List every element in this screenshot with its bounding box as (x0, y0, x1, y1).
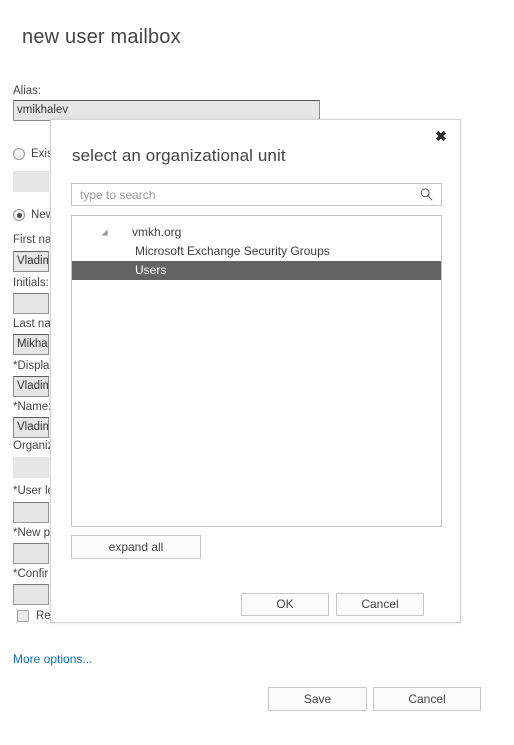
form-cancel-button[interactable]: Cancel (373, 687, 481, 711)
tree-node[interactable]: Users (72, 261, 441, 280)
tree-node-label: Users (135, 263, 167, 277)
user-logon-input[interactable] (13, 502, 49, 523)
first-name-input[interactable]: Vladim (13, 251, 49, 272)
more-options-link[interactable]: More options... (13, 652, 92, 666)
save-button[interactable]: Save (268, 687, 367, 711)
display-name-label: *Displa (13, 360, 50, 372)
new-password-label: *New p (13, 527, 51, 539)
checkbox-icon (17, 610, 29, 622)
tree-node-list: vmkh.org Microsoft Exchange Security Grou… (72, 216, 441, 280)
organizational-unit-label: Organiz (13, 440, 54, 452)
close-icon[interactable]: ✖ (431, 126, 451, 146)
tree-node[interactable]: vmkh.org (72, 223, 441, 242)
existing-user-radio[interactable]: Exis (13, 148, 53, 160)
alias-input[interactable]: vmikhalev (13, 100, 320, 121)
initials-label: Initials: (13, 277, 49, 289)
ok-button[interactable]: OK (241, 593, 329, 616)
name-label: *Name: (13, 401, 52, 413)
tree-node-label: Microsoft Exchange Security Groups (135, 244, 330, 258)
require-password-change-checkbox[interactable]: Re (17, 610, 51, 622)
display-name-input[interactable]: Vladim (13, 376, 49, 397)
select-organizational-unit-dialog: ✖ select an organizational unit vmkh.org… (50, 119, 461, 623)
new-password-input[interactable] (13, 543, 49, 564)
confirm-password-label: *Confir (13, 568, 49, 580)
page-title: new user mailbox (22, 26, 181, 48)
tree-node-label: vmkh.org (132, 225, 182, 239)
organizational-unit-input[interactable] (13, 457, 49, 478)
first-name-label: First na (13, 234, 52, 246)
last-name-label: Last na (13, 318, 51, 330)
dialog-cancel-button[interactable]: Cancel (336, 593, 424, 616)
new-user-radio[interactable]: New (13, 209, 54, 221)
user-logon-label: *User lo (13, 485, 54, 497)
radio-dot-icon (13, 209, 25, 221)
dialog-title: select an organizational unit (72, 146, 286, 165)
last-name-input[interactable]: Mikhal (13, 334, 49, 355)
tree-node[interactable]: Microsoft Exchange Security Groups (72, 242, 441, 261)
initials-input[interactable] (13, 293, 49, 314)
radio-dot-icon (13, 148, 25, 160)
expanded-triangle-icon[interactable] (100, 228, 109, 237)
name-input[interactable]: Vladim (13, 417, 49, 438)
expand-all-button[interactable]: expand all (71, 535, 201, 559)
require-password-change-label: Re (36, 610, 51, 622)
search-icon[interactable] (419, 187, 434, 202)
existing-user-picker[interactable] (13, 171, 49, 192)
search-box[interactable] (71, 183, 442, 206)
confirm-password-input[interactable] (13, 584, 49, 605)
search-input[interactable] (72, 184, 412, 205)
organizational-unit-tree[interactable]: vmkh.org Microsoft Exchange Security Grou… (71, 215, 442, 527)
alias-label: Alias: (13, 85, 42, 97)
